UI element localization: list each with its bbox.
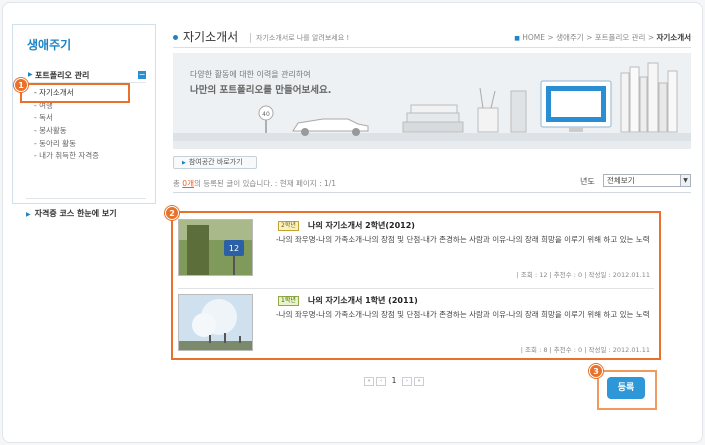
entry-title[interactable]: 나의 자기소개서 1학년 (2011) [308, 295, 418, 306]
sidebar-item-volunteer[interactable]: - 봉사활동 [34, 125, 99, 138]
banner-illustration: 40 [173, 62, 691, 149]
sidebar-group-portfolio[interactable]: ▶ 포트폴리오 관리 − [26, 69, 146, 83]
breadcrumb-home[interactable]: HOME [522, 33, 545, 42]
entry-meta: | 조회 : 8 | 추천수 : 0 | 작성일 : 2012.01.11 [520, 346, 650, 354]
collapse-icon[interactable]: − [138, 71, 146, 79]
entry-description: -나의 좌우명-나의 가족소개-나의 장점 및 단점-내가 존경하는 사람과 이… [276, 310, 650, 319]
grade-badge: 1학년 [278, 296, 299, 306]
list-item[interactable]: 1학년 나의 자기소개서 1학년 (2011) -나의 좌우명-나의 가족소개-… [178, 294, 654, 358]
entry-meta: | 조회 : 12 | 추천수 : 0 | 작성일 : 2012.01.11 [516, 271, 650, 279]
sidebar-divider [26, 198, 146, 199]
last-page-button[interactable]: » [414, 377, 424, 386]
sidebar-group-label: 포트폴리오 관리 [35, 71, 90, 80]
page-subtitle: 자기소개서로 나를 알려보세요 ! [250, 33, 349, 43]
year-select[interactable]: 전체보기 ▼ [603, 174, 691, 187]
prev-page-button[interactable]: ‹ [376, 377, 386, 386]
banner-line-1: 다양한 활동에 대한 이력을 관리하여 [190, 70, 311, 79]
sidebar: 생애주기 ▶ 포트폴리오 관리 − - 자기소개서 - 여행 - 독서 - 봉사… [12, 24, 156, 218]
register-button[interactable]: 등록 [607, 377, 645, 399]
shortcut-button[interactable]: ▶ 참여공간 바로가기 [173, 156, 257, 169]
pagination: «‹ 1 ›» [364, 377, 426, 387]
sidebar-title: 생애주기 [27, 38, 72, 52]
thumb-sign-number: 12 [229, 244, 239, 253]
breadcrumb-portfolio[interactable]: 포트폴리오 관리 [595, 33, 646, 42]
callout-badge-3: 3 [589, 364, 603, 378]
callout-highlight-1 [20, 83, 130, 103]
breadcrumb-current: 자기소개서 [656, 33, 692, 42]
grade-badge: 2학년 [278, 221, 299, 231]
callout-badge-2: 2 [165, 206, 179, 220]
sidebar-link-label: 자격증 코스 한눈에 보기 [34, 209, 117, 218]
sidebar-item-club[interactable]: - 동아리 활동 [34, 138, 99, 151]
banner-line-2: 나만의 포트폴리오를 만들어보세요. [190, 85, 332, 96]
list-count: 총 0개의 등록된 글이 있습니다. : 현재 페이지 : 1/1 [173, 179, 337, 188]
next-page-button[interactable]: › [402, 377, 412, 386]
triangle-right-icon: ▶ [26, 211, 31, 218]
entry-description: -나의 좌우명-나의 가족소개-나의 장점 및 단점-내가 존경하는 사람과 이… [276, 235, 650, 244]
list-item[interactable]: 12 2학년 나의 자기소개서 2학년(2012) -나의 좌우명-나의 가족소… [178, 219, 654, 283]
home-icon: ■ [514, 35, 520, 42]
breadcrumb: ■ HOME > 생애주기 > 포트폴리오 관리 > 자기소개서 [514, 33, 692, 42]
page-number[interactable]: 1 [388, 377, 400, 386]
triangle-right-icon: ▶ [28, 71, 33, 78]
callout-badge-1: 1 [14, 78, 28, 92]
header-divider [173, 47, 691, 48]
sidebar-item-certificates[interactable]: - 내가 취득한 자격증 [34, 150, 99, 163]
year-label: 년도 [580, 177, 595, 186]
entry-title[interactable]: 나의 자기소개서 2학년(2012) [308, 220, 415, 231]
entry-list: 12 2학년 나의 자기소개서 2학년(2012) -나의 좌우명-나의 가족소… [171, 211, 661, 360]
bullet-icon [173, 35, 178, 40]
entry-thumbnail [178, 294, 253, 351]
entry-thumbnail: 12 [178, 219, 253, 276]
page-title: 자기소개서 [173, 28, 238, 45]
banner: 40 다양한 활동에 대한 이력을 관리하여 나만의 포트폴리오를 만들어보세요… [173, 53, 691, 149]
chevron-down-icon: ▼ [680, 175, 690, 186]
entry-divider [178, 288, 654, 289]
list-count-number: 0개 [182, 179, 194, 188]
breadcrumb-lifecycle[interactable]: 생애주기 [556, 33, 584, 42]
sign-number: 40 [262, 111, 270, 118]
sidebar-item-reading[interactable]: - 독서 [34, 112, 99, 125]
first-page-button[interactable]: « [364, 377, 374, 386]
triangle-right-icon: ▶ [182, 160, 186, 166]
list-divider [173, 192, 691, 193]
sidebar-link-certificate-course[interactable]: ▶ 자격증 코스 한눈에 보기 [26, 208, 117, 219]
year-select-value: 전체보기 [607, 176, 635, 185]
